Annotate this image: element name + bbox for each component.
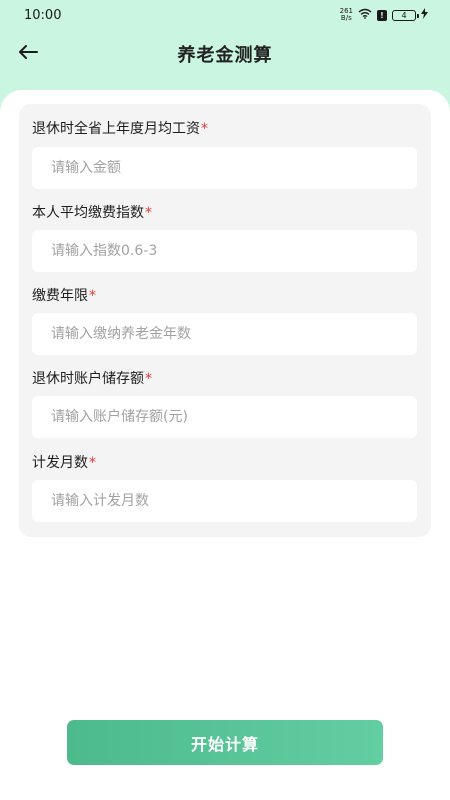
field-label-monthly-wage: 退休时全省上年度月均工资*	[32, 121, 208, 137]
arrow-left-icon	[18, 44, 38, 64]
required-mark: *	[89, 455, 96, 471]
battery-level: 4	[401, 10, 407, 20]
status-icons: 261 B/s ! 4	[340, 8, 428, 22]
required-mark: *	[201, 121, 208, 137]
status-bar: 10:00 261 B/s ! 4	[0, 0, 450, 30]
calculator-form: 退休时全省上年度月均工资* 本人平均缴费指数* 缴费年限* 退休时账户储存额* …	[19, 104, 431, 537]
field-label-payout-months: 计发月数*	[32, 455, 96, 471]
navigation-bar: 养老金测算	[0, 34, 450, 74]
field-label-contribution-years: 缴费年限*	[32, 288, 96, 304]
network-speed-unit: B/s	[340, 14, 352, 22]
network-speed: 261 B/s	[340, 8, 353, 22]
back-button[interactable]	[14, 40, 42, 68]
account-balance-input[interactable]	[32, 396, 417, 438]
battery-icon: 4	[392, 9, 419, 21]
payout-months-input[interactable]	[32, 480, 417, 522]
wifi-icon	[358, 8, 372, 22]
charging-bolt-icon	[421, 8, 428, 22]
page-title: 养老金测算	[177, 45, 273, 66]
contribution-index-input[interactable]	[32, 230, 417, 272]
notification-alert-icon: !	[377, 9, 387, 21]
content-sheet: 退休时全省上年度月均工资* 本人平均缴费指数* 缴费年限* 退休时账户储存额* …	[0, 90, 450, 800]
start-calculation-button[interactable]: 开始计算	[67, 720, 383, 765]
contribution-years-input[interactable]	[32, 313, 417, 355]
field-label-account-balance: 退休时账户储存额*	[32, 371, 152, 387]
app-screen: 10:00 261 B/s ! 4 养老金测算 退休时全省上年度月均工资* 请输…	[0, 0, 450, 800]
required-mark: *	[89, 288, 96, 304]
field-label-contribution-index: 本人平均缴费指数*	[32, 205, 152, 221]
required-mark: *	[145, 205, 152, 221]
status-time: 10:00	[24, 7, 62, 23]
required-mark: *	[145, 371, 152, 387]
monthly-wage-input[interactable]	[32, 147, 417, 189]
